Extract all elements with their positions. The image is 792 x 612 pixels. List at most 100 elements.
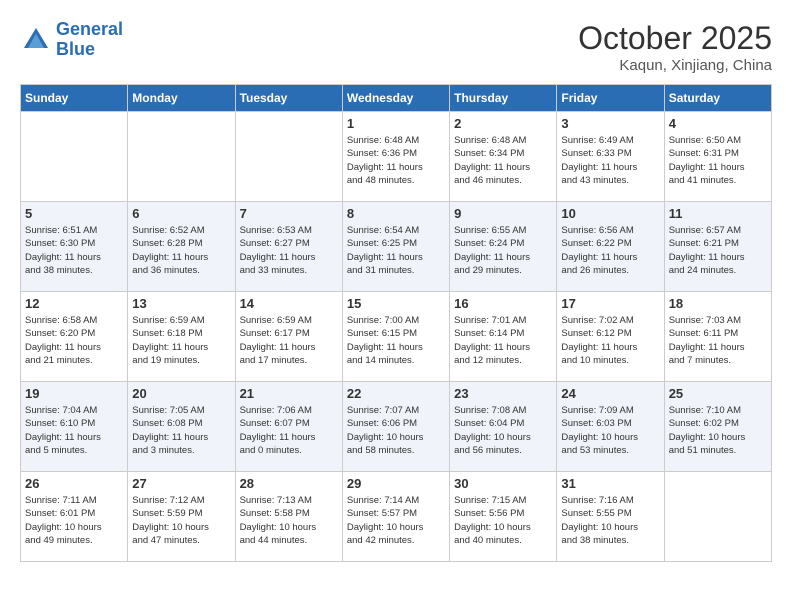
weekday-header-monday: Monday: [128, 85, 235, 112]
day-info: Sunrise: 7:04 AM Sunset: 6:10 PM Dayligh…: [25, 404, 123, 457]
calendar-day-cell: 13 Sunrise: 6:59 AM Sunset: 6:18 PM Dayli…: [128, 292, 235, 382]
day-number: 17: [561, 296, 659, 311]
calendar-day-cell: 9 Sunrise: 6:55 AM Sunset: 6:24 PM Daylig…: [450, 202, 557, 292]
day-number: 2: [454, 116, 552, 131]
month-title: October 2025: [578, 20, 772, 57]
day-number: 15: [347, 296, 445, 311]
day-number: 4: [669, 116, 767, 131]
day-info: Sunrise: 6:49 AM Sunset: 6:33 PM Dayligh…: [561, 134, 659, 187]
weekday-header-friday: Friday: [557, 85, 664, 112]
calendar-day-cell: 17 Sunrise: 7:02 AM Sunset: 6:12 PM Dayli…: [557, 292, 664, 382]
calendar-table: SundayMondayTuesdayWednesdayThursdayFrid…: [20, 84, 772, 562]
calendar-day-cell: 14 Sunrise: 6:59 AM Sunset: 6:17 PM Dayli…: [235, 292, 342, 382]
calendar-day-cell: 6 Sunrise: 6:52 AM Sunset: 6:28 PM Daylig…: [128, 202, 235, 292]
day-info: Sunrise: 6:59 AM Sunset: 6:17 PM Dayligh…: [240, 314, 338, 367]
day-number: 11: [669, 206, 767, 221]
calendar-day-cell: 25Sunrise: 7:10 AM Sunset: 6:02 PM Dayli…: [664, 382, 771, 472]
calendar-day-cell: [128, 112, 235, 202]
day-number: 6: [132, 206, 230, 221]
day-number: 1: [347, 116, 445, 131]
calendar-day-cell: 5 Sunrise: 6:51 AM Sunset: 6:30 PM Daylig…: [21, 202, 128, 292]
day-info: Sunrise: 7:06 AM Sunset: 6:07 PM Dayligh…: [240, 404, 338, 457]
day-info: Sunrise: 6:58 AM Sunset: 6:20 PM Dayligh…: [25, 314, 123, 367]
day-info: Sunrise: 7:14 AM Sunset: 5:57 PM Dayligh…: [347, 494, 445, 547]
calendar-day-cell: 7 Sunrise: 6:53 AM Sunset: 6:27 PM Daylig…: [235, 202, 342, 292]
day-info: Sunrise: 7:05 AM Sunset: 6:08 PM Dayligh…: [132, 404, 230, 457]
day-number: 7: [240, 206, 338, 221]
calendar-day-cell: [235, 112, 342, 202]
day-info: Sunrise: 6:59 AM Sunset: 6:18 PM Dayligh…: [132, 314, 230, 367]
day-info: Sunrise: 6:56 AM Sunset: 6:22 PM Dayligh…: [561, 224, 659, 277]
day-number: 16: [454, 296, 552, 311]
day-info: Sunrise: 7:01 AM Sunset: 6:14 PM Dayligh…: [454, 314, 552, 367]
calendar-day-cell: 10 Sunrise: 6:56 AM Sunset: 6:22 PM Dayli…: [557, 202, 664, 292]
day-number: 10: [561, 206, 659, 221]
weekday-header-tuesday: Tuesday: [235, 85, 342, 112]
day-info: Sunrise: 6:48 AM Sunset: 6:36 PM Dayligh…: [347, 134, 445, 187]
day-number: 8: [347, 206, 445, 221]
logo-icon: [20, 24, 52, 56]
weekday-header-sunday: Sunday: [21, 85, 128, 112]
calendar-day-cell: 29 Sunrise: 7:14 AM Sunset: 5:57 PM Dayli…: [342, 472, 449, 562]
day-info: Sunrise: 7:11 AM Sunset: 6:01 PM Dayligh…: [25, 494, 123, 547]
day-number: 14: [240, 296, 338, 311]
day-info: Sunrise: 6:53 AM Sunset: 6:27 PM Dayligh…: [240, 224, 338, 277]
day-number: 27: [132, 476, 230, 491]
day-number: 5: [25, 206, 123, 221]
day-number: 22: [347, 386, 445, 401]
calendar-day-cell: 19 Sunrise: 7:04 AM Sunset: 6:10 PM Dayli…: [21, 382, 128, 472]
calendar-day-cell: 27 Sunrise: 7:12 AM Sunset: 5:59 PM Dayli…: [128, 472, 235, 562]
calendar-day-cell: 3Sunrise: 6:49 AM Sunset: 6:33 PM Daylig…: [557, 112, 664, 202]
weekday-header-wednesday: Wednesday: [342, 85, 449, 112]
calendar-day-cell: [664, 472, 771, 562]
day-info: Sunrise: 7:00 AM Sunset: 6:15 PM Dayligh…: [347, 314, 445, 367]
day-info: Sunrise: 6:52 AM Sunset: 6:28 PM Dayligh…: [132, 224, 230, 277]
day-info: Sunrise: 7:07 AM Sunset: 6:06 PM Dayligh…: [347, 404, 445, 457]
day-number: 23: [454, 386, 552, 401]
day-info: Sunrise: 6:57 AM Sunset: 6:21 PM Dayligh…: [669, 224, 767, 277]
calendar-day-cell: 4 Sunrise: 6:50 AM Sunset: 6:31 PM Daylig…: [664, 112, 771, 202]
day-number: 29: [347, 476, 445, 491]
calendar-week-row: 26 Sunrise: 7:11 AM Sunset: 6:01 PM Dayli…: [21, 472, 772, 562]
day-info: Sunrise: 6:55 AM Sunset: 6:24 PM Dayligh…: [454, 224, 552, 277]
calendar-day-cell: 2 Sunrise: 6:48 AM Sunset: 6:34 PM Daylig…: [450, 112, 557, 202]
day-info: Sunrise: 7:10 AM Sunset: 6:02 PM Dayligh…: [669, 404, 767, 457]
day-info: Sunrise: 7:02 AM Sunset: 6:12 PM Dayligh…: [561, 314, 659, 367]
calendar-day-cell: 18Sunrise: 7:03 AM Sunset: 6:11 PM Dayli…: [664, 292, 771, 382]
weekday-header-thursday: Thursday: [450, 85, 557, 112]
day-info: Sunrise: 6:48 AM Sunset: 6:34 PM Dayligh…: [454, 134, 552, 187]
calendar-day-cell: 15 Sunrise: 7:00 AM Sunset: 6:15 PM Dayli…: [342, 292, 449, 382]
calendar-day-cell: 23 Sunrise: 7:08 AM Sunset: 6:04 PM Dayli…: [450, 382, 557, 472]
calendar-week-row: 12 Sunrise: 6:58 AM Sunset: 6:20 PM Dayli…: [21, 292, 772, 382]
day-number: 30: [454, 476, 552, 491]
calendar-day-cell: 22 Sunrise: 7:07 AM Sunset: 6:06 PM Dayli…: [342, 382, 449, 472]
calendar-day-cell: 12 Sunrise: 6:58 AM Sunset: 6:20 PM Dayli…: [21, 292, 128, 382]
day-number: 26: [25, 476, 123, 491]
calendar-day-cell: 16 Sunrise: 7:01 AM Sunset: 6:14 PM Dayli…: [450, 292, 557, 382]
calendar-day-cell: 31Sunrise: 7:16 AM Sunset: 5:55 PM Dayli…: [557, 472, 664, 562]
day-number: 19: [25, 386, 123, 401]
day-number: 9: [454, 206, 552, 221]
logo-text: General Blue: [56, 20, 123, 60]
day-number: 20: [132, 386, 230, 401]
weekday-header-saturday: Saturday: [664, 85, 771, 112]
day-info: Sunrise: 7:08 AM Sunset: 6:04 PM Dayligh…: [454, 404, 552, 457]
day-info: Sunrise: 6:54 AM Sunset: 6:25 PM Dayligh…: [347, 224, 445, 277]
day-info: Sunrise: 6:51 AM Sunset: 6:30 PM Dayligh…: [25, 224, 123, 277]
calendar-header-row: SundayMondayTuesdayWednesdayThursdayFrid…: [21, 85, 772, 112]
day-info: Sunrise: 6:50 AM Sunset: 6:31 PM Dayligh…: [669, 134, 767, 187]
calendar-week-row: 5 Sunrise: 6:51 AM Sunset: 6:30 PM Daylig…: [21, 202, 772, 292]
day-number: 28: [240, 476, 338, 491]
day-info: Sunrise: 7:12 AM Sunset: 5:59 PM Dayligh…: [132, 494, 230, 547]
location: Kaqun, Xinjiang, China: [578, 57, 772, 74]
day-info: Sunrise: 7:03 AM Sunset: 6:11 PM Dayligh…: [669, 314, 767, 367]
day-info: Sunrise: 7:13 AM Sunset: 5:58 PM Dayligh…: [240, 494, 338, 547]
day-info: Sunrise: 7:09 AM Sunset: 6:03 PM Dayligh…: [561, 404, 659, 457]
day-number: 13: [132, 296, 230, 311]
calendar-day-cell: [21, 112, 128, 202]
day-number: 12: [25, 296, 123, 311]
day-number: 24: [561, 386, 659, 401]
calendar-week-row: 1 Sunrise: 6:48 AM Sunset: 6:36 PM Daylig…: [21, 112, 772, 202]
day-number: 21: [240, 386, 338, 401]
logo: General Blue: [20, 20, 123, 60]
